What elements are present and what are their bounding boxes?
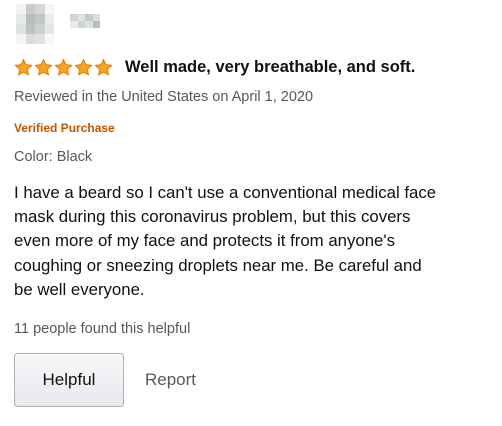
star-icon <box>94 58 113 76</box>
star-icon <box>54 58 73 76</box>
review-title[interactable]: Well made, very breathable, and soft. <box>125 58 415 77</box>
report-link[interactable]: Report <box>145 370 196 390</box>
star-rating[interactable] <box>14 58 113 77</box>
review-body-line: be well everyone. <box>14 279 145 299</box>
review-title-row: Well made, very breathable, and soft. <box>14 58 415 77</box>
review-body-line: coughing or sneezing droplets near me. B… <box>14 255 422 275</box>
review-body-line: I have a beard so I can't use a conventi… <box>14 183 437 202</box>
helpful-count: 11 people found this helpful <box>14 321 191 337</box>
star-icon <box>34 58 53 76</box>
review-body-line: even more of my face and protects it fro… <box>14 231 395 251</box>
star-icon <box>74 58 93 76</box>
star-icon <box>14 58 33 76</box>
verified-purchase-badge: Verified Purchase <box>14 121 115 135</box>
variant-color: Color: Black <box>14 149 93 165</box>
review-body-line: mask during this coronavirus problem, bu… <box>14 207 411 227</box>
review-date: Reviewed in the United States on April 1… <box>14 89 314 105</box>
avatar[interactable] <box>16 4 54 44</box>
helpful-button[interactable]: Helpful <box>14 353 124 407</box>
reviewer-name-blurred[interactable] <box>70 14 100 28</box>
review-body: I have a beard so I can't use a conventi… <box>14 181 492 302</box>
